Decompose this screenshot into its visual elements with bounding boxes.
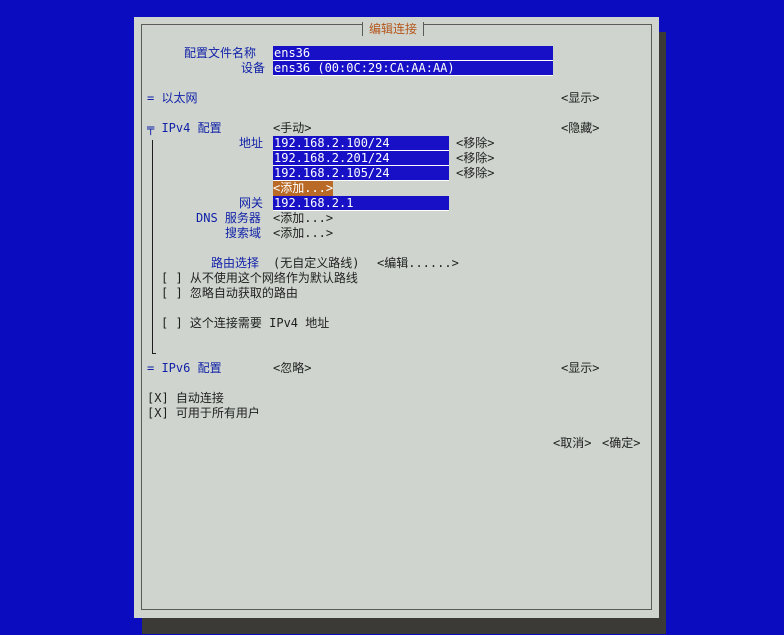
cancel-button[interactable]: <取消> [553, 436, 591, 451]
auto-connect-checkbox[interactable]: [X] 自动连接 [147, 391, 224, 406]
address-field-3[interactable]: 192.168.2.105/24 [273, 166, 449, 181]
require-ipv4-checkbox[interactable]: [ ] 这个连接需要 IPv4 地址 [161, 316, 329, 331]
ipv4-section-bracket [152, 140, 153, 353]
device-label: 设备 [241, 61, 266, 75]
gateway-label: 网关 [239, 196, 264, 210]
dialog-title: 编辑连接 [362, 22, 425, 36]
ethernet-section-label: = 以太网 [147, 91, 198, 105]
ipv4-hide-button[interactable]: <隐藏> [561, 121, 599, 136]
remove-address-button-3[interactable]: <移除> [456, 166, 494, 181]
available-to-all-users-checkbox[interactable]: [X] 可用于所有用户 [147, 406, 260, 421]
remove-address-button-2[interactable]: <移除> [456, 151, 494, 166]
address-field-2[interactable]: 192.168.2.201/24 [273, 151, 449, 166]
ipv4-section-bracket-end [152, 353, 156, 354]
routing-edit-button[interactable]: <编辑......> [377, 256, 459, 271]
address-label: 地址 [239, 136, 264, 150]
edit-connection-dialog: 编辑连接 配置文件名称 ens36 设备 ens36 (00:0C:29:CA:… [134, 17, 659, 618]
ipv6-show-button[interactable]: <显示> [561, 361, 599, 376]
remove-address-button-1[interactable]: <移除> [456, 136, 494, 151]
dns-label: DNS 服务器 [196, 211, 261, 225]
ipv4-section-label: ╤ IPv4 配置 [147, 121, 222, 135]
profile-name-label: 配置文件名称 [184, 46, 257, 60]
dns-add-button[interactable]: <添加...> [273, 211, 333, 226]
ipv6-mode-select[interactable]: <忽略> [273, 361, 311, 376]
ignore-auto-routes-checkbox[interactable]: [ ] 忽略自动获取的路由 [161, 286, 298, 301]
routing-label: 路由选择 [211, 256, 260, 270]
gateway-field[interactable]: 192.168.2.1 [273, 196, 449, 211]
device-field[interactable]: ens36 (00:0C:29:CA:AA:AA) [273, 61, 553, 76]
ipv4-mode-select[interactable]: <手动> [273, 121, 311, 136]
search-domains-label: 搜索域 [225, 226, 262, 240]
routing-value: (无自定义路线) [273, 256, 360, 270]
search-domains-add-button[interactable]: <添加...> [273, 226, 333, 241]
ethernet-show-button[interactable]: <显示> [561, 91, 599, 106]
add-address-button[interactable]: <添加...> [273, 181, 334, 196]
ok-button[interactable]: <确定> [602, 436, 640, 451]
never-default-checkbox[interactable]: [ ] 从不使用这个网络作为默认路线 [161, 271, 358, 286]
profile-name-field[interactable]: ens36 [273, 46, 553, 61]
address-field-1[interactable]: 192.168.2.100/24 [273, 136, 449, 151]
ipv6-section-label: = IPv6 配置 [147, 361, 222, 375]
